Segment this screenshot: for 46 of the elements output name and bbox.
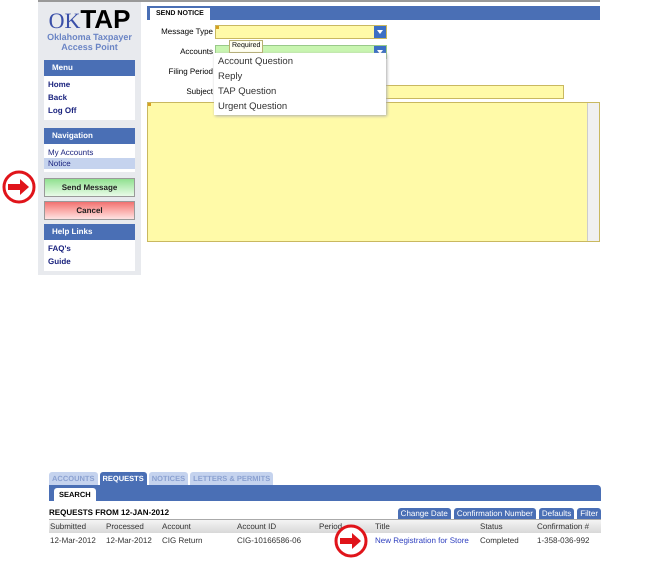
field-label: Accounts bbox=[179, 46, 213, 58]
table-cell: Completed bbox=[480, 536, 519, 546]
column-header: Account ID bbox=[236, 520, 278, 532]
combo-field[interactable] bbox=[215, 24, 387, 38]
table-cell: 1-358-036-992 bbox=[537, 536, 590, 546]
column-header: Status bbox=[479, 520, 504, 532]
column-header: Period bbox=[318, 520, 344, 532]
filter-tab[interactable]: Defaults bbox=[538, 508, 574, 519]
column-header: Processed bbox=[105, 520, 145, 532]
required-marker-icon bbox=[148, 103, 151, 106]
cancel-button[interactable]: Cancel bbox=[44, 201, 135, 220]
help-link[interactable]: FAQ's bbox=[48, 243, 131, 255]
dropdown-option[interactable]: Account Question bbox=[214, 54, 386, 69]
table-cell: CIG-10166586-06 bbox=[237, 536, 302, 546]
title-link[interactable]: New Registration for Store bbox=[375, 536, 469, 546]
nav-link[interactable]: My Accounts bbox=[44, 147, 135, 158]
panel-header: Navigation bbox=[44, 128, 135, 144]
filter-tab[interactable]: Filter bbox=[577, 508, 601, 519]
dropdown-option[interactable]: Reply bbox=[214, 69, 386, 84]
logo-subtitle: Oklahoma Taxpayer Access Point bbox=[46, 32, 133, 52]
column-header: Account bbox=[161, 520, 192, 532]
filter-tab[interactable]: Confirmation Number bbox=[454, 508, 536, 519]
field-label: Filing Period bbox=[168, 66, 213, 78]
scrollbar[interactable] bbox=[587, 103, 599, 241]
send-button[interactable]: Send Message bbox=[44, 178, 135, 197]
logo-initials: OK bbox=[48, 10, 80, 32]
filter-tab[interactable]: Change Date bbox=[398, 508, 451, 519]
panel-header: Menu bbox=[44, 60, 135, 76]
table-cell: 12-Mar-2012 bbox=[50, 536, 96, 546]
column-header: Title bbox=[374, 520, 391, 532]
nav-link[interactable]: Notice bbox=[44, 158, 135, 169]
table-cell: CIG Return bbox=[162, 536, 202, 546]
logo-brand: TAP bbox=[80, 6, 130, 32]
panel-header: Help Links bbox=[44, 224, 135, 240]
column-header: Submitted bbox=[49, 520, 88, 532]
dropdown-option[interactable]: TAP Question bbox=[214, 84, 386, 99]
section-heading: REQUESTS FROM 12-JAN-2012 bbox=[49, 507, 170, 519]
menu-link[interactable]: Back bbox=[48, 92, 131, 104]
help-link[interactable]: Guide bbox=[48, 256, 131, 268]
field-label: Message Type bbox=[160, 26, 213, 38]
table-cell: 12-Mar-2012 bbox=[106, 536, 152, 546]
menu-link[interactable]: Home bbox=[48, 79, 131, 91]
field-label: Subject bbox=[185, 86, 213, 98]
menu-link[interactable]: Log Off bbox=[48, 105, 131, 117]
dropdown-option[interactable]: Urgent Question bbox=[214, 99, 386, 114]
column-header: Confirmation # bbox=[536, 520, 590, 532]
